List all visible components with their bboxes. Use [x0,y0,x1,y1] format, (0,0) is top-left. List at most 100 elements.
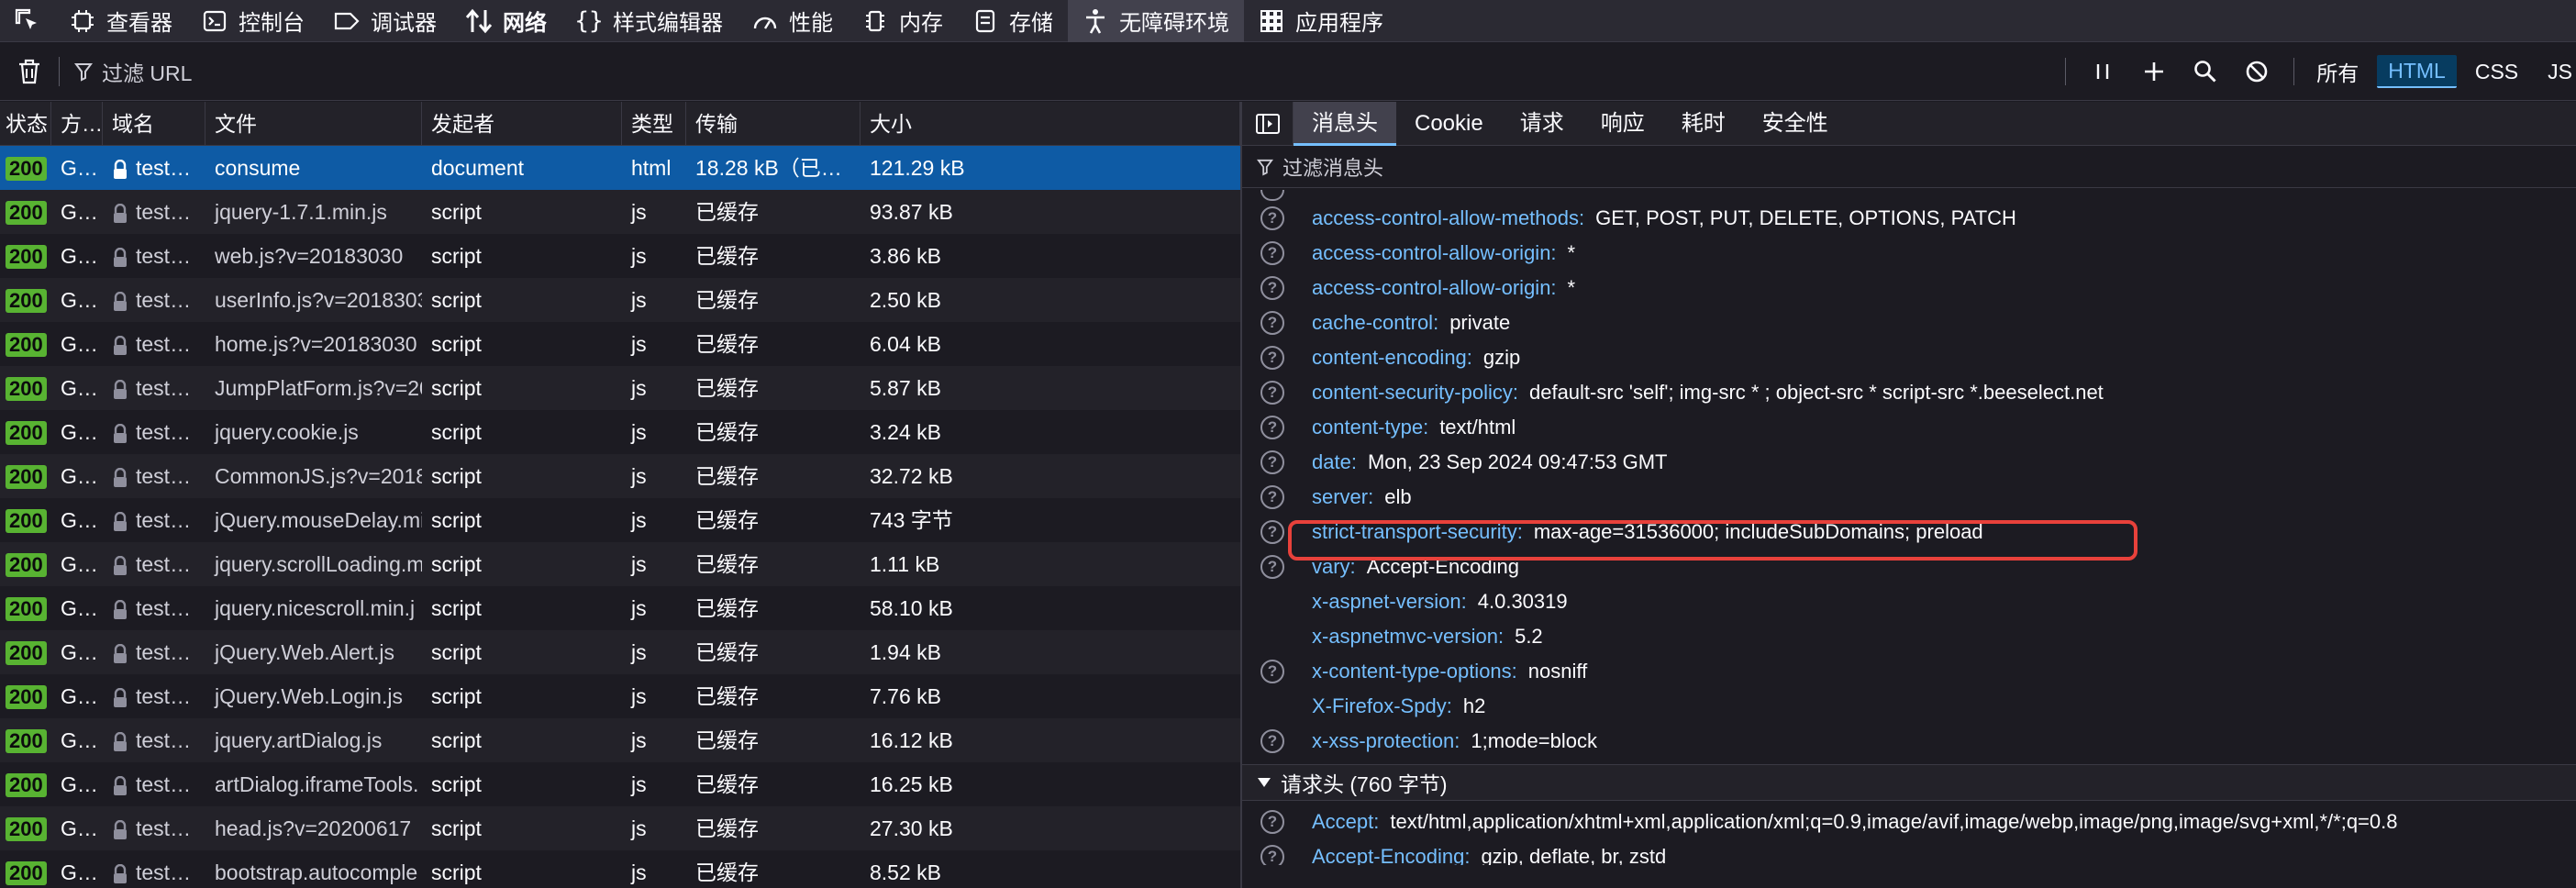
tool-tab-gauge[interactable]: 性能 [738,0,848,42]
type-filter-html[interactable]: HTML [2377,55,2457,88]
request-row[interactable]: 200 G… test… JumpPlatForm.js?v=20 script js 已缓… [0,366,1240,410]
filter-headers-input[interactable]: 过滤消息头 [1242,146,2576,188]
tool-tab-network-arrows[interactable]: 网络 [451,0,561,42]
tool-tab-grid[interactable]: 应用程序 [1244,0,1398,42]
help-icon[interactable]: ? [1260,346,1284,370]
request-row[interactable]: 200 G… test… jquery-1.7.1.min.js script js 已缓存… [0,190,1240,234]
clear-requests-button[interactable] [0,42,59,101]
initiator-cell: script [431,816,482,840]
column-header[interactable]: 大小 [861,102,1240,146]
column-header[interactable]: 发起者 [422,102,622,146]
search-icon[interactable] [2180,42,2231,101]
tool-tab-debugger[interactable]: 调试器 [319,0,451,42]
request-row[interactable]: 200 G… test… CommonJS.js?v=2018 script js 已缓存 3… [0,454,1240,498]
column-header[interactable]: 文件 [205,102,422,146]
header-row[interactable]: ? access-control-allow-origin: * [1242,271,2576,305]
memory-chip-icon [861,6,890,36]
tool-tab-inspector[interactable]: 查看器 [55,0,187,42]
size-cell: 6.04 kB [870,332,941,356]
filter-url-input[interactable]: 过滤 URL [74,56,192,87]
details-tab[interactable]: Cookie [1396,102,1502,146]
header-row[interactable]: ? x-aspnet-version: 4.0.30319 [1242,584,2576,619]
tool-tab-braces[interactable]: {} 样式编辑器 [561,0,738,42]
block-icon[interactable] [2231,42,2282,101]
column-header[interactable]: 域名 [103,102,205,146]
help-icon[interactable]: ? [1260,810,1284,834]
request-row[interactable]: 200 G… test… home.js?v=20183030 script js 已缓存 6… [0,322,1240,366]
help-icon[interactable]: ? [1260,555,1284,579]
details-tab[interactable]: 响应 [1582,102,1663,146]
request-row[interactable]: 200 G… test… jquery.artDialog.js script js 已缓存… [0,718,1240,762]
request-row[interactable]: 200 G… test… jQuery.Web.Alert.js script js 已缓存… [0,630,1240,674]
tool-tab-console[interactable]: 控制台 [187,0,319,42]
request-row[interactable]: 200 G… test… jquery.nicescroll.min.j script j… [0,586,1240,630]
request-row[interactable]: 200 G… test… web.js?v=20183030 script js 已缓存 3.… [0,234,1240,278]
help-icon[interactable]: ? [1260,416,1284,439]
details-tab[interactable]: 消息头 [1294,102,1396,146]
request-row[interactable]: 200 G… test… bootstrap.autocomple script js 已缓… [0,850,1240,888]
help-icon[interactable]: ? [1260,450,1284,474]
details-tab[interactable]: 耗时 [1663,102,1744,146]
add-icon[interactable] [2128,42,2180,101]
request-row[interactable]: 200 G… test… jquery.cookie.js script js 已缓存 3.2… [0,410,1240,454]
request-row[interactable]: 200 G… test… jQuery.mouseDelay.mi script js 已缓… [0,498,1240,542]
column-header[interactable]: 状态 [0,102,51,146]
help-icon[interactable]: ? [1260,845,1284,865]
column-header[interactable]: 类型 [622,102,686,146]
header-row[interactable]: ? cache-control: private [1242,305,2576,340]
help-icon[interactable]: ? [1260,206,1284,230]
details-tab[interactable]: 请求 [1502,102,1582,146]
header-row[interactable]: ? access-control-allow-methods: GET, POST,… [1242,201,2576,236]
request-row[interactable]: 200 G… test… jQuery.Web.Login.js script js 已缓存… [0,674,1240,718]
lock-icon [114,819,127,839]
tool-tab-memory-chip[interactable]: 内存 [848,0,958,42]
help-icon[interactable]: ? [1260,660,1284,683]
transfer-cell: 已缓存 [695,552,759,576]
header-row[interactable]: ? content-encoding: gzip [1242,340,2576,375]
request-row[interactable]: 200 G… test… jquery.scrollLoading.m script js… [0,542,1240,586]
header-row[interactable]: ? content-security-policy: default-src 'se… [1242,375,2576,410]
tool-tab-storage[interactable]: 存储 [958,0,1068,42]
type-filter-所有[interactable]: 所有 [2305,55,2370,88]
request-row[interactable]: 200 G… test… artDialog.iframeTools. script js… [0,762,1240,806]
method-cell: G… [61,640,98,664]
tool-tab-accessibility[interactable]: 无障碍环境 [1068,0,1244,42]
domain-cell: test… [103,850,205,888]
element-picker-icon[interactable] [0,0,55,42]
help-icon[interactable]: ? [1260,729,1284,753]
header-row[interactable]: ? x-aspnetmvc-version: 5.2 [1242,619,2576,654]
help-icon[interactable]: ? [1260,381,1284,405]
details-tab[interactable]: 安全性 [1744,102,1847,146]
help-icon[interactable]: ? [1260,276,1284,300]
header-row[interactable]: ? date: Mon, 23 Sep 2024 09:47:53 GMT [1242,445,2576,480]
column-header[interactable]: 传输 [686,102,861,146]
header-row[interactable]: ? X-Firefox-Spdy: h2 [1242,689,2576,724]
pause-icon[interactable] [2077,42,2128,101]
domain-cell: test… [103,542,205,586]
header-row[interactable]: ? Accept: text/html,application/xhtml+xml,… [1242,805,2576,839]
header-row[interactable]: ? access-control-allow-origin: * [1242,236,2576,271]
toggle-sidebar-icon[interactable] [1242,102,1294,146]
request-row[interactable]: 200 G… test… consume document html 18.28 kB（已…… [0,146,1240,190]
type-filter-css[interactable]: CSS [2464,55,2529,88]
header-row[interactable]: ? x-xss-protection: 1;mode=block [1242,724,2576,759]
request-headers-section[interactable]: 请求头 (760 字节) [1242,764,2576,801]
file-cell: jQuery.Web.Alert.js [215,640,394,664]
help-icon[interactable]: ? [1260,485,1284,509]
request-row[interactable]: 200 G… test… userInfo.js?v=2018303 script js 已… [0,278,1240,322]
request-row[interactable]: 200 G… test… head.js?v=20200617 script js 已缓存 2… [0,806,1240,850]
help-icon[interactable]: ? [1260,311,1284,335]
header-row[interactable]: ? x-content-type-options: nosniff [1242,654,2576,689]
type-filter-js[interactable]: JS [2537,55,2576,88]
header-row[interactable]: ? server: elb [1242,480,2576,515]
domain-text: test… [136,376,192,400]
status-cell: 200 [0,234,51,278]
help-icon[interactable]: ? [1260,241,1284,265]
status-cell: 200 [0,586,51,630]
transfer-cell: 已缓存 [695,288,759,312]
header-row[interactable]: ? content-type: text/html [1242,410,2576,445]
column-header[interactable]: 方… [51,102,103,146]
header-row[interactable]: ? Accept-Encoding: gzip, deflate, br, zstd [1242,839,2576,865]
help-icon[interactable]: ? [1260,520,1284,544]
tool-tab-label: 存储 [1009,11,1053,36]
